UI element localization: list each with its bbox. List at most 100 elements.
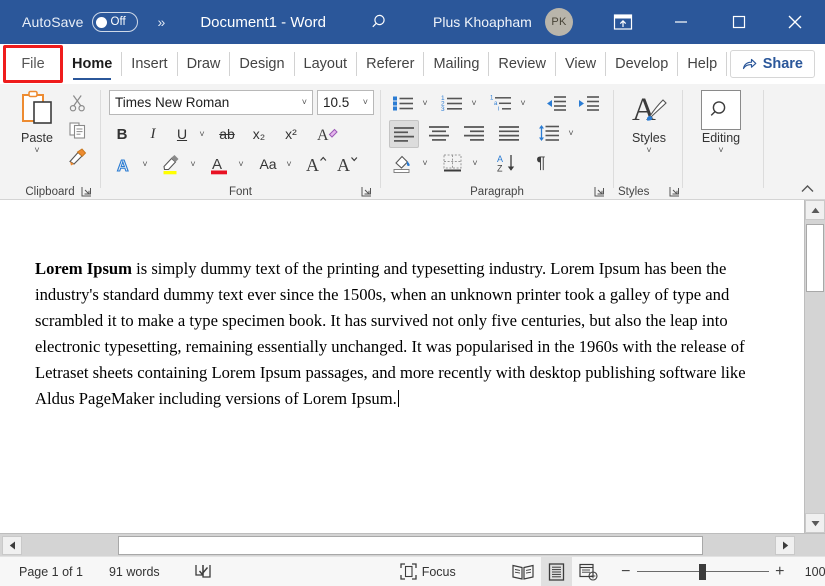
tab-mailings[interactable]: Mailing bbox=[424, 44, 488, 84]
bullets-chevron-down-icon[interactable]: ˅ bbox=[418, 90, 432, 116]
line-spacing-button[interactable] bbox=[535, 120, 563, 146]
font-color-button[interactable]: A bbox=[207, 151, 233, 177]
borders-chevron-down-icon[interactable]: ˅ bbox=[468, 150, 482, 176]
zoom-percent[interactable]: 100% bbox=[805, 565, 825, 579]
change-case-button[interactable]: Aa bbox=[254, 151, 282, 177]
multilevel-chevron-down-icon[interactable]: ˅ bbox=[516, 90, 530, 116]
shading-button[interactable] bbox=[389, 150, 417, 176]
paste-button[interactable]: Paste ˅ bbox=[10, 90, 64, 176]
document-page[interactable]: Lorem Ipsum is simply dummy text of the … bbox=[0, 200, 804, 533]
bold-button[interactable]: B bbox=[111, 121, 133, 147]
document-canvas[interactable]: Lorem Ipsum is simply dummy text of the … bbox=[0, 200, 825, 533]
text-highlight-button[interactable] bbox=[159, 151, 185, 177]
zoom-slider-thumb[interactable] bbox=[698, 563, 706, 580]
zoom-slider-track[interactable] bbox=[636, 563, 769, 580]
tab-references[interactable]: Referer bbox=[357, 44, 423, 84]
subscript-button[interactable]: x₂ bbox=[247, 121, 271, 147]
clipboard-dialog-launcher[interactable] bbox=[81, 186, 92, 197]
font-name-input[interactable]: Times New Roman ˅ bbox=[109, 90, 313, 115]
close-icon[interactable] bbox=[772, 0, 818, 44]
tab-review[interactable]: Review bbox=[489, 44, 555, 84]
print-layout-button[interactable] bbox=[540, 556, 572, 586]
maximize-icon[interactable] bbox=[716, 0, 762, 44]
chevron-down-icon[interactable]: ˅ bbox=[363, 98, 368, 107]
styles-dialog-launcher[interactable] bbox=[669, 186, 680, 197]
cut-button[interactable] bbox=[64, 90, 90, 116]
document-paragraph[interactable]: Lorem Ipsum is simply dummy text of the … bbox=[35, 256, 787, 412]
word-count[interactable]: 91 words bbox=[102, 557, 167, 586]
focus-mode-button[interactable]: Focus bbox=[393, 557, 463, 586]
font-color-chevron-down-icon[interactable]: ˅ bbox=[234, 151, 248, 177]
zoom-out-button[interactable]: − bbox=[615, 563, 637, 581]
font-size-input[interactable]: 10.5 ˅ bbox=[317, 90, 374, 115]
page-info[interactable]: Page 1 of 1 bbox=[12, 557, 90, 586]
more-commands-button[interactable]: » bbox=[158, 14, 166, 30]
tab-home[interactable]: Home bbox=[63, 44, 121, 84]
align-left-button[interactable] bbox=[389, 120, 419, 148]
user-name[interactable]: Plus Khoapham bbox=[433, 14, 532, 30]
scroll-left-arrow-icon[interactable] bbox=[2, 536, 22, 555]
tab-insert[interactable]: Insert bbox=[122, 44, 176, 84]
collapse-ribbon-button[interactable] bbox=[800, 183, 815, 195]
line-spacing-chevron-down-icon[interactable]: ˅ bbox=[564, 120, 578, 146]
scroll-right-arrow-icon[interactable] bbox=[775, 536, 795, 555]
proofing-errors-icon[interactable] bbox=[187, 557, 220, 586]
format-painter-button[interactable] bbox=[64, 144, 90, 170]
zoom-slider[interactable]: − + bbox=[615, 563, 791, 581]
autosave-toggle[interactable]: Off bbox=[91, 12, 138, 32]
numbering-chevron-down-icon[interactable]: ˅ bbox=[467, 90, 481, 116]
tab-layout[interactable]: Layout bbox=[295, 44, 357, 84]
font-dialog-launcher[interactable] bbox=[361, 186, 372, 197]
search-icon[interactable] bbox=[366, 13, 396, 31]
tab-help[interactable]: Help bbox=[678, 44, 726, 84]
editing-button[interactable]: Editing ˅ bbox=[692, 90, 750, 176]
clear-formatting-button[interactable]: A bbox=[314, 121, 340, 147]
sort-button[interactable]: AZ bbox=[493, 150, 521, 176]
chevron-down-icon[interactable]: ˅ bbox=[34, 146, 39, 155]
chevron-down-icon[interactable]: ˅ bbox=[718, 146, 723, 155]
text-effects-chevron-down-icon[interactable]: ˅ bbox=[138, 151, 152, 177]
styles-button[interactable]: A Styles ˅ bbox=[622, 90, 676, 176]
underline-chevron-down-icon[interactable]: ˅ bbox=[195, 121, 209, 147]
decrease-indent-button[interactable] bbox=[542, 90, 570, 116]
avatar[interactable]: PK bbox=[545, 8, 573, 36]
tab-file[interactable]: File bbox=[4, 44, 62, 84]
align-right-button[interactable] bbox=[459, 120, 489, 146]
paragraph-dialog-launcher[interactable] bbox=[594, 186, 605, 197]
scroll-down-arrow-icon[interactable] bbox=[805, 513, 825, 533]
strikethrough-button[interactable]: ab bbox=[215, 121, 239, 147]
bullet-list-button[interactable] bbox=[389, 90, 417, 116]
superscript-button[interactable]: x² bbox=[279, 121, 303, 147]
chevron-down-icon[interactable]: ˅ bbox=[302, 98, 307, 107]
formatting-marks-button[interactable]: ¶ bbox=[529, 150, 553, 176]
read-mode-button[interactable] bbox=[505, 557, 541, 586]
vertical-scrollbar[interactable] bbox=[804, 200, 825, 533]
multilevel-list-button[interactable]: 1ai bbox=[487, 90, 515, 116]
chevron-down-icon[interactable]: ˅ bbox=[646, 146, 651, 155]
scroll-up-arrow-icon[interactable] bbox=[805, 200, 825, 220]
share-button[interactable]: Share bbox=[729, 50, 815, 78]
minimize-icon[interactable] bbox=[658, 0, 704, 44]
justify-button[interactable] bbox=[494, 120, 524, 146]
tab-draw[interactable]: Draw bbox=[178, 44, 230, 84]
shading-chevron-down-icon[interactable]: ˅ bbox=[418, 150, 432, 176]
horizontal-scrollbar[interactable] bbox=[0, 533, 825, 556]
autosave-control[interactable]: AutoSave Off bbox=[22, 12, 138, 32]
align-center-button[interactable] bbox=[424, 120, 454, 146]
copy-button[interactable] bbox=[64, 117, 90, 143]
web-layout-button[interactable] bbox=[572, 557, 605, 586]
text-effects-button[interactable]: A bbox=[111, 151, 137, 177]
increase-indent-button[interactable] bbox=[575, 90, 603, 116]
shrink-font-button[interactable]: A bbox=[335, 151, 361, 177]
underline-button[interactable]: U bbox=[171, 121, 193, 147]
borders-button[interactable] bbox=[439, 150, 467, 176]
change-case-chevron-down-icon[interactable]: ˅ bbox=[282, 151, 296, 177]
numbered-list-button[interactable]: 123 bbox=[438, 90, 466, 116]
vertical-scrollbar-thumb[interactable] bbox=[806, 224, 824, 292]
tab-view[interactable]: View bbox=[556, 44, 605, 84]
grow-font-button[interactable]: A bbox=[304, 151, 330, 177]
tab-developer[interactable]: Develop bbox=[606, 44, 677, 84]
highlight-chevron-down-icon[interactable]: ˅ bbox=[186, 151, 200, 177]
italic-button[interactable]: I bbox=[142, 121, 164, 147]
horizontal-scrollbar-thumb[interactable] bbox=[118, 536, 703, 555]
